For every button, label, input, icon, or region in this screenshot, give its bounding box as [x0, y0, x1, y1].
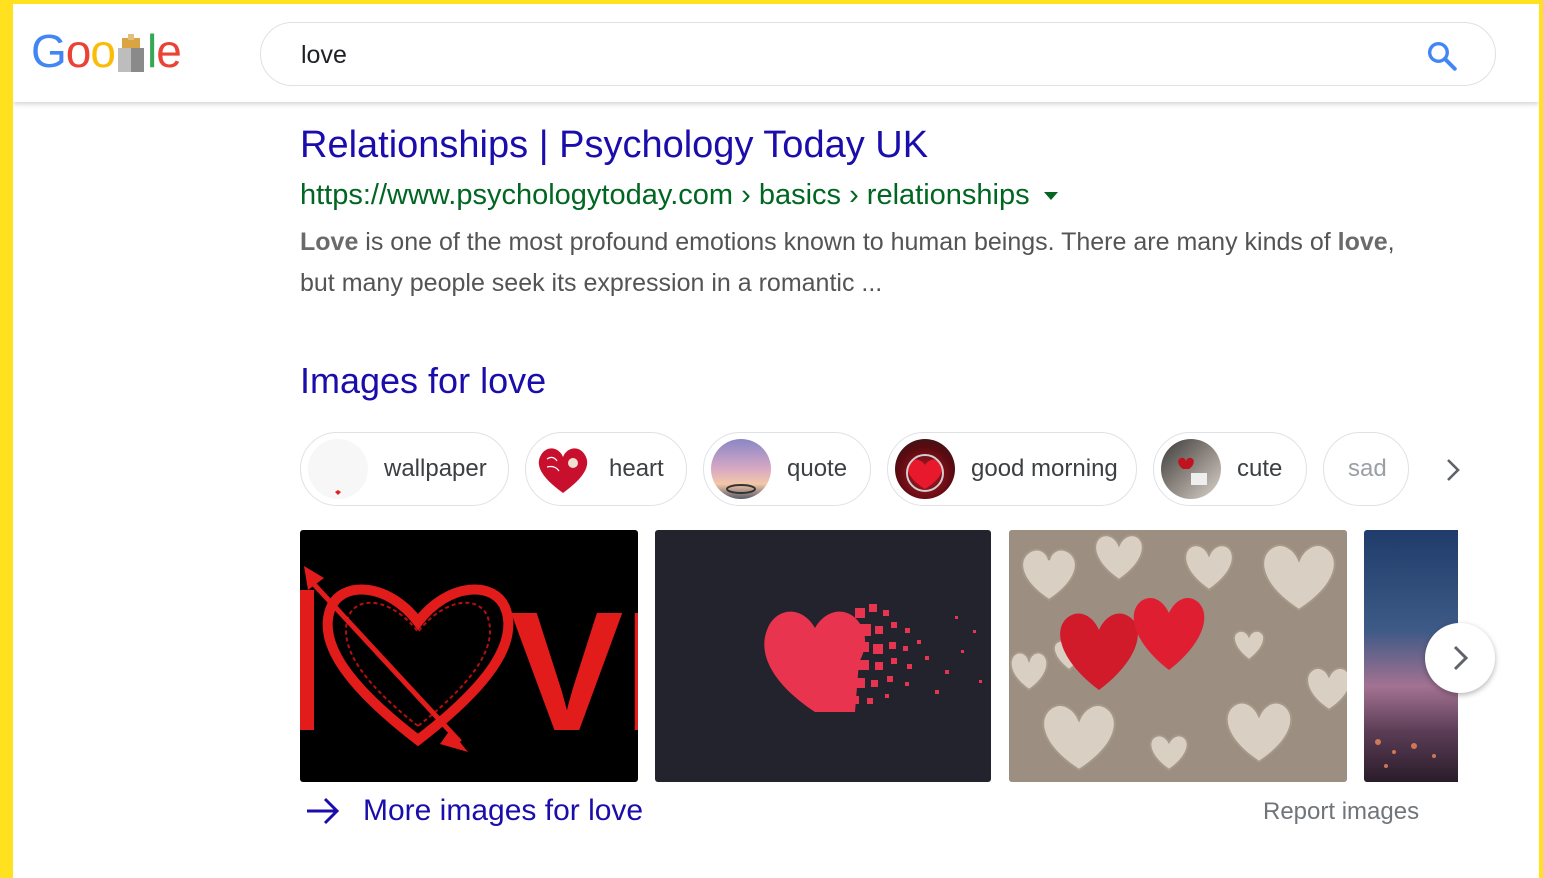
- result-snippet: Love is one of the most profound emotion…: [300, 222, 1430, 304]
- url-menu-arrow-icon[interactable]: [1043, 191, 1058, 200]
- chip-thumbnail: [533, 439, 593, 499]
- logo-letter-o2: o: [90, 25, 116, 77]
- logo-letter-o1: o: [65, 25, 92, 77]
- chip-label: heart: [609, 455, 664, 482]
- chip-label: quote: [787, 455, 848, 482]
- image-result-wooden-hearts[interactable]: [1009, 530, 1347, 782]
- more-images-link[interactable]: More images for love: [305, 794, 643, 828]
- report-images-link[interactable]: Report images: [1263, 798, 1419, 826]
- chip-label: wallpaper: [384, 455, 487, 482]
- chip-label: good morning: [971, 455, 1118, 482]
- search-box: [260, 22, 1496, 86]
- chip-thumbnail: [895, 439, 955, 499]
- google-doodle-logo[interactable]: G o o l e: [31, 24, 182, 78]
- chips-next-chevron-icon[interactable]: [1438, 450, 1468, 490]
- result-url-text[interactable]: https://www.psychologytoday.com › basics…: [300, 179, 1030, 212]
- tile-love-text: VE: [510, 577, 638, 767]
- snippet-bold-1: Love: [300, 228, 359, 256]
- top-bar: G o o l e: [13, 4, 1539, 102]
- doodle-box-icon: [116, 31, 146, 72]
- image-refinement-chips: wallpaper heart quote good morning cute …: [300, 432, 1480, 510]
- snippet-bold-2: love: [1337, 228, 1388, 256]
- images-heading-link[interactable]: Images for love: [300, 360, 546, 402]
- chip-wallpaper[interactable]: wallpaper: [300, 432, 509, 506]
- chip-sad[interactable]: sad: [1323, 432, 1409, 506]
- image-result-love-text[interactable]: VE: [300, 530, 638, 782]
- result-title-link[interactable]: Relationships | Psychology Today UK: [300, 124, 928, 167]
- logo-letter-g: G: [31, 25, 67, 77]
- more-images-label[interactable]: More images for love: [363, 794, 643, 828]
- chip-thumbnail: [1161, 439, 1221, 499]
- search-input[interactable]: [299, 35, 1403, 75]
- chip-label: sad: [1348, 455, 1387, 482]
- arrow-right-icon: [307, 797, 340, 825]
- chip-good-morning[interactable]: good morning: [887, 432, 1137, 506]
- chip-thumbnail: [308, 439, 368, 499]
- chip-cute[interactable]: cute: [1153, 432, 1307, 506]
- chip-label: cute: [1237, 455, 1283, 482]
- snippet-text-1: is one of the most profound emotions kno…: [358, 228, 1338, 256]
- chip-heart[interactable]: heart: [525, 432, 687, 506]
- result-url[interactable]: https://www.psychologytoday.com › basics…: [300, 179, 1058, 212]
- search-icon[interactable]: [1425, 39, 1459, 73]
- image-result-pixel-heart[interactable]: [655, 530, 991, 782]
- search-results-page: G o o l e Relatio: [13, 4, 1539, 878]
- logo-letter-l: l: [146, 25, 157, 77]
- chip-thumbnail: [711, 439, 771, 499]
- logo-letter-e: e: [156, 25, 182, 77]
- image-carousel-next-button[interactable]: [1425, 623, 1495, 693]
- chip-quote[interactable]: quote: [703, 432, 871, 506]
